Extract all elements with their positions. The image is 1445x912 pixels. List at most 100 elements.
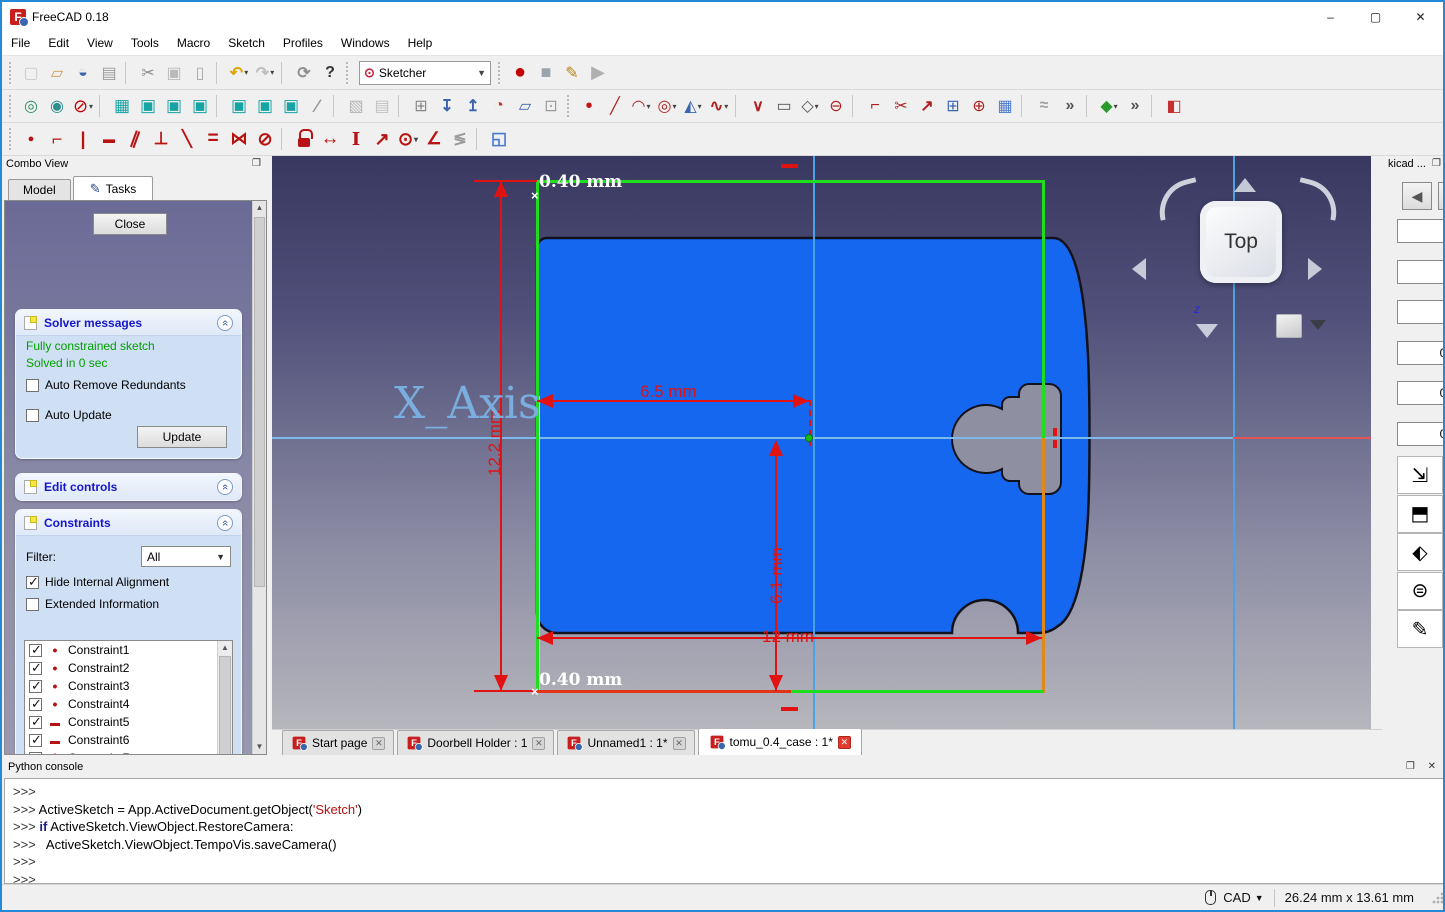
equal-icon[interactable] bbox=[201, 126, 225, 152]
menu-item[interactable]: Profiles bbox=[274, 32, 332, 55]
view-rear-icon[interactable] bbox=[227, 93, 251, 119]
expand-more-icon[interactable] bbox=[1058, 93, 1082, 119]
part-folder-icon[interactable] bbox=[370, 93, 394, 119]
print-icon[interactable] bbox=[97, 60, 121, 86]
kicad-value-field[interactable] bbox=[1397, 219, 1445, 243]
kicad-tool-button[interactable]: ✎ bbox=[1397, 610, 1443, 648]
kicad-value-field[interactable] bbox=[1397, 381, 1445, 405]
panel-buttons[interactable]: ❐ ✕ bbox=[1406, 761, 1441, 775]
point-icon[interactable] bbox=[577, 93, 601, 119]
copy-icon[interactable] bbox=[162, 60, 186, 86]
extended-information-checkbox[interactable] bbox=[26, 598, 39, 611]
kicad-value-field[interactable] bbox=[1397, 422, 1445, 446]
constraint-row[interactable]: Constraint3 bbox=[25, 677, 232, 695]
sketch-leave-icon[interactable] bbox=[435, 93, 459, 119]
constraint-list-scrollbar[interactable]: ▲ ▼ bbox=[217, 641, 232, 755]
refresh-icon[interactable] bbox=[292, 60, 316, 86]
document-tab[interactable]: F Doorbell Holder : 1 ✕ bbox=[397, 730, 554, 755]
nav-down-icon[interactable] bbox=[1196, 324, 1218, 338]
measure-icon[interactable] bbox=[305, 93, 329, 119]
line-icon[interactable] bbox=[603, 93, 627, 119]
parallel-icon[interactable] bbox=[123, 126, 147, 152]
horizontal-icon[interactable] bbox=[97, 126, 121, 152]
view-axonometric-icon[interactable] bbox=[110, 93, 134, 119]
kicad-tool-button[interactable]: ⬖ bbox=[1397, 533, 1443, 571]
whats-this-icon[interactable] bbox=[318, 60, 342, 86]
sketch-edge-right-upper[interactable] bbox=[1042, 180, 1045, 438]
resize-grip[interactable] bbox=[1432, 892, 1444, 904]
constraint-row[interactable]: Constraint4 bbox=[25, 695, 232, 713]
distance-icon[interactable] bbox=[370, 126, 394, 152]
nav-right-icon[interactable] bbox=[1308, 258, 1322, 280]
extend-icon[interactable] bbox=[915, 93, 939, 119]
angle-icon[interactable] bbox=[422, 126, 446, 152]
scrollbar-thumb[interactable] bbox=[254, 217, 265, 587]
fillet-icon[interactable] bbox=[863, 93, 887, 119]
constraint-checkbox[interactable] bbox=[29, 734, 42, 747]
conic-icon[interactable] bbox=[681, 93, 705, 119]
carbon-copy-icon[interactable] bbox=[967, 93, 991, 119]
scroll-up-icon[interactable]: ▲ bbox=[218, 641, 232, 655]
x-axis-label[interactable]: X_Axis bbox=[394, 378, 541, 429]
constraint-checkbox[interactable] bbox=[29, 698, 42, 711]
bspline-icon[interactable] bbox=[707, 93, 731, 119]
clipped-button[interactable] bbox=[1438, 182, 1445, 210]
navigation-style-selector[interactable]: CAD ▼ bbox=[1223, 890, 1273, 905]
origin-point[interactable] bbox=[805, 434, 813, 442]
fit-selection-icon[interactable] bbox=[45, 93, 69, 119]
stop-icon[interactable] bbox=[534, 60, 558, 86]
nav-up-icon[interactable] bbox=[1234, 178, 1256, 192]
menu-item[interactable]: Macro bbox=[168, 32, 219, 55]
collapse-chevron-icon[interactable]: « bbox=[217, 479, 233, 495]
constraint-row[interactable]: Constraint7 bbox=[25, 749, 232, 755]
close-tab-icon[interactable]: ✕ bbox=[532, 737, 545, 750]
tangent-icon[interactable] bbox=[175, 126, 199, 152]
toggle-driving-icon[interactable] bbox=[487, 126, 511, 152]
constraint-checkbox[interactable] bbox=[29, 644, 42, 657]
scrollbar-thumb[interactable] bbox=[219, 656, 231, 755]
radius-icon[interactable] bbox=[396, 126, 420, 152]
filter-select[interactable]: All ▼ bbox=[141, 546, 231, 567]
vertical-icon[interactable] bbox=[71, 126, 95, 152]
dim-top-offset-label[interactable]: 0.40 mm bbox=[539, 172, 622, 192]
back-arrow-button[interactable]: ◀ bbox=[1402, 182, 1432, 210]
kicad-tool-button[interactable]: ⇲ bbox=[1397, 456, 1443, 494]
block-icon[interactable] bbox=[253, 126, 277, 152]
sketch-map-icon[interactable] bbox=[513, 93, 537, 119]
update-button[interactable]: Update bbox=[137, 426, 227, 448]
record-icon[interactable] bbox=[508, 60, 532, 86]
scroll-down-icon[interactable]: ▼ bbox=[253, 740, 266, 754]
circle-icon[interactable] bbox=[655, 93, 679, 119]
external-geometry-icon[interactable] bbox=[941, 93, 965, 119]
kicad-value-field[interactable] bbox=[1397, 300, 1445, 324]
window-control-button[interactable]: ✕ bbox=[1398, 2, 1443, 32]
menu-item[interactable]: Edit bbox=[39, 32, 78, 55]
save-icon[interactable] bbox=[71, 60, 95, 86]
solver-messages-header[interactable]: Solver messages « bbox=[16, 310, 241, 336]
nav-left-icon[interactable] bbox=[1132, 258, 1146, 280]
menu-item[interactable]: Windows bbox=[332, 32, 399, 55]
edit-macro-icon[interactable] bbox=[560, 60, 584, 86]
polyline-icon[interactable] bbox=[746, 93, 770, 119]
edit-controls-header[interactable]: Edit controls « bbox=[16, 474, 241, 500]
open-icon[interactable] bbox=[45, 60, 69, 86]
window-control-button[interactable]: ▢ bbox=[1353, 2, 1398, 32]
menu-item[interactable]: Sketch bbox=[219, 32, 274, 55]
sketch-edge-bottom-right[interactable] bbox=[791, 690, 1044, 693]
close-tab-icon[interactable]: ✕ bbox=[372, 737, 385, 750]
view-bottom-icon[interactable] bbox=[253, 93, 277, 119]
sketch-edge-right-lower[interactable] bbox=[1042, 438, 1045, 693]
view-left-icon[interactable] bbox=[279, 93, 303, 119]
cut-icon[interactable] bbox=[136, 60, 160, 86]
undo-icon[interactable] bbox=[227, 60, 251, 86]
menu-item[interactable]: Tools bbox=[122, 32, 168, 55]
document-tab[interactable]: F Unnamed1 : 1* ✕ bbox=[557, 730, 694, 755]
scroll-up-icon[interactable]: ▲ bbox=[253, 201, 266, 215]
paste-icon[interactable] bbox=[188, 60, 212, 86]
hide-internal-alignment-checkbox[interactable] bbox=[26, 576, 39, 589]
view-top-icon[interactable] bbox=[162, 93, 186, 119]
rectangle-icon[interactable] bbox=[772, 93, 796, 119]
h-distance-icon[interactable] bbox=[318, 126, 342, 152]
float-panel-icon[interactable]: ❐ bbox=[252, 158, 265, 172]
3d-viewport[interactable]: 12.2 mm 6.5 mm 6.1 mm 12 mm 0.40 mm bbox=[272, 156, 1371, 729]
